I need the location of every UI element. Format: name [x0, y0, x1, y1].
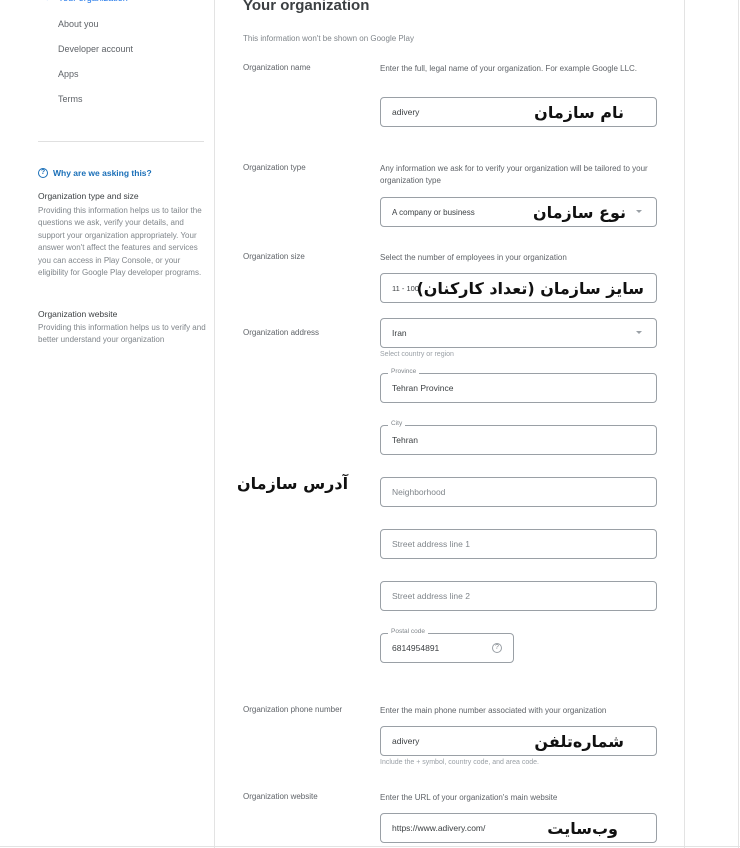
org-website-description: Enter the URL of your organization's mai…: [380, 793, 558, 802]
org-size-description: Select the number of employees in your o…: [380, 253, 567, 262]
org-website-value: https://www.adivery.com/: [392, 823, 486, 833]
city-value: Tehran: [392, 435, 418, 445]
org-type-annotation: نوع سازمان: [532, 202, 626, 222]
sidebar-item-apps[interactable]: Apps: [58, 69, 79, 79]
sidebar-divider: [214, 0, 215, 848]
org-name-value: adivery: [392, 107, 420, 117]
org-phone-input[interactable]: adivery شماره‌تلفن: [380, 726, 657, 756]
org-size-select[interactable]: 11 - 100 سایز سازمان (تعداد کارکنان): [380, 273, 657, 303]
sidebar-item-about-you[interactable]: About you: [58, 19, 99, 29]
org-name-input[interactable]: adivery نام سازمان: [380, 97, 657, 127]
org-type-description: Any information we ask for to verify you…: [380, 164, 648, 186]
postal-code-input[interactable]: Postal code 6814954891 ?: [380, 628, 514, 663]
city-input[interactable]: City Tehran: [380, 420, 657, 455]
dropdown-arrow-icon: [636, 210, 642, 213]
org-phone-hint: Include the + symbol, country code, and …: [380, 759, 539, 766]
neighborhood-input[interactable]: Neighborhood: [380, 477, 657, 507]
org-website-annotation: وب‌سایت: [547, 818, 618, 838]
help-text-website: Providing this information helps us to v…: [38, 323, 206, 345]
page-title: Your organization: [243, 0, 370, 14]
org-address-label: Organization address: [243, 328, 320, 337]
org-size-value: 11 - 100: [392, 283, 419, 293]
page-right-border: [738, 0, 739, 848]
street-line-2-placeholder: Street address line 2: [392, 591, 470, 601]
org-size-label: Organization size: [243, 252, 305, 261]
page-subtitle: This information won't be shown on Googl…: [243, 34, 414, 43]
org-size-annotation: سایز سازمان (تعداد کارکنان): [416, 278, 644, 298]
org-name-description: Enter the full, legal name of your organ…: [380, 64, 638, 73]
postal-code-value: 6814954891: [392, 643, 440, 653]
province-value: Tehran Province: [392, 383, 454, 393]
org-type-value: A company or business: [392, 207, 475, 217]
why-asking-link[interactable]: ? Why are we asking this?: [38, 168, 152, 178]
country-hint: Select country or region: [380, 351, 454, 358]
sidebar-item-developer-account[interactable]: Developer account: [58, 44, 133, 54]
org-name-annotation: نام سازمان: [534, 102, 624, 122]
dropdown-arrow-icon: [636, 331, 642, 334]
street-line-1-input[interactable]: Street address line 1: [380, 529, 657, 559]
org-website-label: Organization website: [243, 792, 318, 801]
sidebar: ✓ Your organization About you Developer …: [0, 0, 214, 848]
check-icon: ✓: [45, 0, 53, 4]
street-line-2-input[interactable]: Street address line 2: [380, 581, 657, 611]
bottom-border: [0, 846, 740, 847]
help-text-type-size: Providing this information helps us to t…: [38, 206, 202, 278]
help-icon: ?: [38, 168, 48, 178]
org-phone-label: Organization phone number: [243, 705, 343, 714]
org-name-label: Organization name: [243, 63, 311, 72]
help-heading-type-size: Organization type and size: [38, 191, 139, 201]
org-address-annotation: آدرس سازمان: [237, 474, 349, 493]
sidebar-separator: [38, 141, 204, 142]
org-phone-annotation: شماره‌تلفن: [534, 731, 624, 751]
org-website-input[interactable]: https://www.adivery.com/ وب‌سایت: [380, 813, 657, 843]
help-icon[interactable]: ?: [492, 643, 502, 653]
org-phone-value: adivery: [392, 736, 420, 746]
province-input[interactable]: Province Tehran Province: [380, 368, 657, 403]
neighborhood-placeholder: Neighborhood: [392, 487, 446, 497]
country-select[interactable]: Iran: [380, 318, 657, 348]
sidebar-item-terms[interactable]: Terms: [58, 94, 83, 104]
org-phone-description: Enter the main phone number associated w…: [380, 706, 607, 715]
street-line-1-placeholder: Street address line 1: [392, 539, 470, 549]
help-heading-website: Organization website: [38, 309, 118, 319]
content-right-border: [684, 0, 685, 848]
org-type-label: Organization type: [243, 163, 306, 172]
sidebar-item-your-organization[interactable]: Your organization: [58, 0, 128, 3]
why-asking-label: Why are we asking this?: [53, 168, 152, 178]
country-value: Iran: [392, 328, 407, 338]
org-type-select[interactable]: A company or business نوع سازمان: [380, 197, 657, 227]
